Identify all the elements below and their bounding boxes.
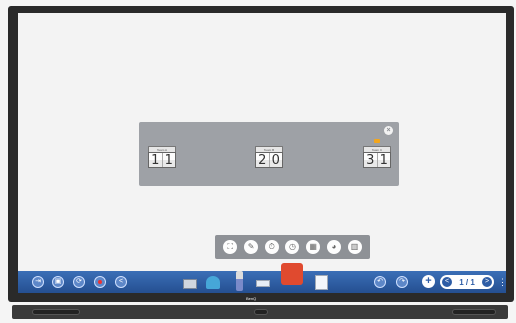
add-page-button[interactable]: +: [422, 275, 435, 288]
redo-icon[interactable]: ↷: [396, 276, 408, 288]
score-digit[interactable]: 0: [269, 153, 282, 168]
layout-icon[interactable]: ⛶: [223, 240, 238, 254]
score-digit[interactable]: 1: [377, 153, 390, 168]
front-port: [254, 309, 268, 315]
score-digit[interactable]: 1: [162, 153, 175, 168]
score-digit[interactable]: 2: [256, 153, 270, 168]
crown-icon: [374, 139, 380, 143]
calculator-icon[interactable]: ▥: [347, 240, 362, 254]
scoreboard-widget[interactable]: × Team A 1 1 Team B 2 0 Team C 3 1: [139, 122, 399, 186]
gallery-icon[interactable]: [183, 279, 197, 289]
exit-icon[interactable]: ⇥: [32, 276, 44, 288]
marker-icon[interactable]: [236, 271, 243, 291]
pen-icon[interactable]: ✎: [244, 240, 259, 254]
more-icon[interactable]: ⋮: [498, 275, 507, 289]
record-icon[interactable]: [94, 276, 106, 288]
score-display[interactable]: 1 1: [148, 152, 176, 168]
score-digit[interactable]: 3: [364, 153, 378, 168]
toolbox-icon[interactable]: [281, 263, 303, 285]
team-b-card[interactable]: Team B 2 0: [255, 146, 283, 168]
share-icon[interactable]: ⟳: [73, 276, 85, 288]
team-c-card[interactable]: Team C 3 1: [363, 139, 391, 168]
front-port: [452, 309, 496, 315]
document-icon[interactable]: [315, 275, 328, 290]
scoreboard-icon[interactable]: ▦: [306, 240, 321, 254]
score-display[interactable]: 2 0: [255, 152, 283, 168]
roulette-icon[interactable]: ◕: [326, 240, 341, 254]
score-digit[interactable]: 1: [149, 153, 163, 168]
team-a-card[interactable]: Team A 1 1: [148, 146, 176, 168]
front-port: [32, 309, 80, 315]
stopwatch-icon[interactable]: ⏱: [264, 240, 279, 254]
page-indicator: 1 / 1: [459, 277, 475, 287]
chevron-left-icon[interactable]: <: [442, 277, 452, 287]
tool-palette: ⛶ ✎ ⏱ ◷ ▦ ◕ ▥: [215, 235, 370, 259]
eraser-icon[interactable]: [256, 280, 270, 287]
close-icon[interactable]: ×: [384, 126, 393, 135]
save-icon[interactable]: ▣: [52, 276, 64, 288]
score-display[interactable]: 3 1: [363, 152, 391, 168]
undo-icon[interactable]: ↶: [374, 276, 386, 288]
bottom-toolbar: ⇥ ▣ ⟳ < ↶ ↷ + < 1 / 1 > ⋮: [18, 263, 507, 293]
brand-logo: BenQ: [246, 296, 257, 301]
page-navigator: < 1 / 1 >: [440, 275, 494, 289]
share-screen-icon[interactable]: <: [115, 276, 127, 288]
chevron-right-icon[interactable]: >: [481, 277, 492, 287]
browser-icon[interactable]: [206, 276, 220, 289]
timer-icon[interactable]: ◷: [285, 240, 300, 254]
display-base: [12, 305, 508, 319]
